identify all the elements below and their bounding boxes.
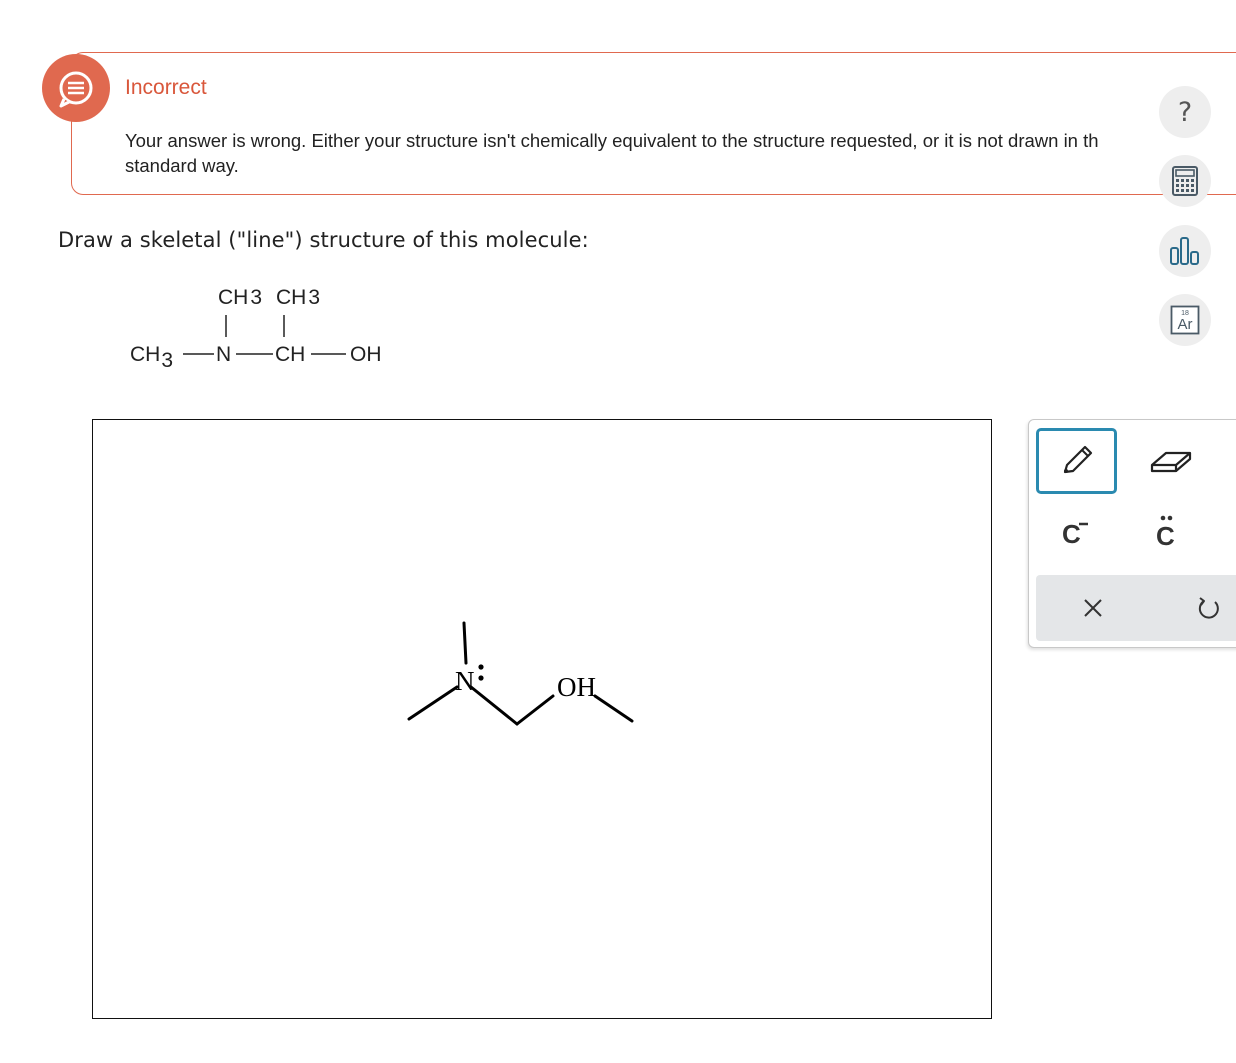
pencil-icon (1063, 445, 1092, 474)
chart-button[interactable] (1159, 225, 1211, 277)
page: Incorrect Your answer is wrong. Either y… (0, 0, 1236, 1063)
negative-charge-icon: C (1062, 519, 1088, 549)
feedback-message-line-2: standard way. (125, 155, 239, 176)
speech-bubble-icon (59, 71, 93, 108)
help-icon: ? (1177, 96, 1193, 128)
periodic-table-icon: 18 Ar (1170, 305, 1200, 335)
bond-o-methyl (593, 694, 634, 723)
bond-n-ch2 (469, 685, 519, 726)
formula-top-right-ch: CH3 (276, 286, 320, 309)
formula-top-left-ch: CH3 (218, 286, 262, 309)
lone-pair-icon: C (1156, 515, 1175, 551)
formula-oh-group: OH (350, 343, 382, 366)
eraser-icon (1150, 451, 1191, 473)
feedback-title: Incorrect (125, 76, 207, 99)
formula-left-ch: CH3 (130, 343, 173, 372)
condensed-formula: CH3 CH3 CH3 N CH OH (130, 286, 382, 372)
feedback-badge (42, 54, 110, 122)
bond-ch2-o (515, 694, 555, 726)
charge-tool[interactable]: C (1040, 508, 1110, 554)
undo-button[interactable] (1186, 585, 1232, 631)
svg-text:C: C (1156, 521, 1175, 551)
feedback-message: Your answer is wrong. Either your struct… (125, 128, 1236, 178)
bar-chart-icon (1170, 237, 1199, 265)
periodic-symbol: Ar (1178, 316, 1193, 333)
bond-n-methyl-top (462, 621, 468, 665)
bond-n-methyl-left (407, 685, 459, 721)
atom-n-label[interactable]: N (455, 666, 475, 696)
lone-pair-tool[interactable]: C (1130, 508, 1200, 554)
feedback-message-line-1: Your answer is wrong. Either your struct… (125, 130, 1099, 151)
formula-n-atom: N (216, 343, 231, 366)
help-button[interactable]: ? (1159, 86, 1211, 138)
lone-pair-dot-1 (478, 664, 484, 670)
close-icon (1084, 599, 1102, 617)
pencil-tool[interactable] (1036, 428, 1117, 494)
periodic-table-button[interactable]: 18 Ar (1159, 294, 1211, 346)
formula-ch-atom: CH (275, 343, 305, 366)
undo-icon (1198, 597, 1219, 619)
atom-oh-label[interactable]: OH (557, 672, 596, 702)
drawing-canvas[interactable]: N OH (92, 419, 992, 1019)
question-text: Draw a skeletal ("line") structure of th… (58, 228, 589, 252)
drawn-structure: N OH (407, 621, 634, 726)
clear-button[interactable] (1070, 585, 1116, 631)
lone-pair-dot-2 (478, 675, 484, 681)
calculator-button[interactable] (1159, 155, 1211, 207)
svg-text:C: C (1062, 519, 1081, 549)
calculator-icon (1172, 166, 1198, 196)
eraser-tool[interactable] (1130, 428, 1211, 494)
